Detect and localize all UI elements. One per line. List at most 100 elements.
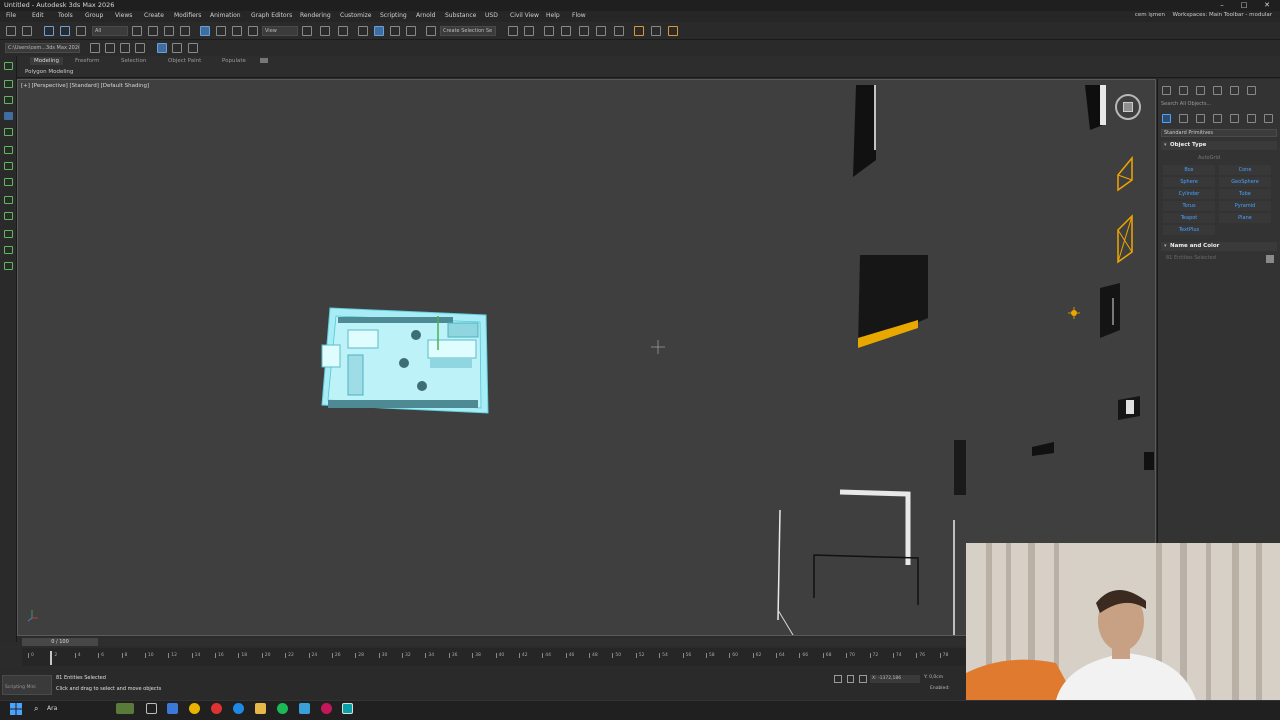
reference-coordinate-dropdown[interactable]: View xyxy=(262,26,298,36)
cone-button[interactable]: Cone xyxy=(1219,165,1271,175)
percent-snap-icon[interactable] xyxy=(390,26,400,36)
select-object-icon[interactable] xyxy=(132,26,142,36)
save-project-icon[interactable] xyxy=(120,43,130,53)
task-view-icon[interactable] xyxy=(146,703,157,714)
user-account[interactable]: cem işmen xyxy=(1135,12,1165,18)
cylinder-button[interactable]: Cylinder xyxy=(1163,189,1215,199)
pivot-center-icon[interactable] xyxy=(302,26,312,36)
shell-icon[interactable] xyxy=(4,230,13,238)
space-warps-icon[interactable] xyxy=(1246,114,1256,123)
shapes-icon[interactable] xyxy=(1178,114,1188,123)
menu-animation[interactable]: Animation xyxy=(210,12,241,19)
menu-tools[interactable]: Tools xyxy=(58,12,73,19)
undo-icon[interactable] xyxy=(6,26,16,36)
project-settings-icon[interactable] xyxy=(135,43,145,53)
open-project-icon[interactable] xyxy=(105,43,115,53)
edge-icon[interactable] xyxy=(233,703,244,714)
opera-icon[interactable] xyxy=(211,703,222,714)
x-coordinate-field[interactable]: X: -1372,186 xyxy=(870,675,920,683)
window-crossing-icon[interactable] xyxy=(180,26,190,36)
pyramid-button[interactable]: Pyramid xyxy=(1219,201,1271,211)
material-editor-icon[interactable] xyxy=(614,26,624,36)
layer-explorer-icon[interactable] xyxy=(561,26,571,36)
menu-flow[interactable]: Flow xyxy=(572,12,586,19)
geometry-icon[interactable] xyxy=(1162,114,1171,123)
menu-group[interactable]: Group xyxy=(85,12,103,19)
menu-graph-editors[interactable]: Graph Editors xyxy=(251,12,292,19)
viewcube[interactable] xyxy=(1115,94,1141,120)
align-icon[interactable] xyxy=(524,26,534,36)
absolute-mode-icon[interactable] xyxy=(859,675,867,683)
modify-tab-icon[interactable] xyxy=(1178,86,1188,95)
select-rotate-icon[interactable] xyxy=(216,26,226,36)
isolate-selection-icon[interactable] xyxy=(834,675,842,683)
snaps-toggle-icon[interactable] xyxy=(358,26,368,36)
object-type-rollout[interactable]: ▾ Object Type xyxy=(1161,141,1277,150)
placement-icon[interactable] xyxy=(248,26,258,36)
motion-icon[interactable] xyxy=(4,128,13,136)
helpers-icon[interactable] xyxy=(1229,114,1239,123)
ribbon-panel-polygon-modeling[interactable]: Polygon Modeling xyxy=(25,69,73,75)
named-selection-dropdown[interactable]: Create Selection Se xyxy=(440,26,496,36)
autogrid-checkbox[interactable]: AutoGrid xyxy=(1198,155,1220,161)
select-tool-icon[interactable] xyxy=(4,112,13,120)
render-setup-icon[interactable] xyxy=(634,26,644,36)
edit-named-selection-icon[interactable] xyxy=(426,26,436,36)
tube-button[interactable]: Tube xyxy=(1219,189,1271,199)
symmetry-icon[interactable] xyxy=(4,246,13,254)
object-name-field[interactable]: 81 Entities Selected xyxy=(1166,255,1216,261)
unlink-icon[interactable] xyxy=(60,26,70,36)
cameras-icon[interactable] xyxy=(1212,114,1222,123)
transform-toggle-icon[interactable] xyxy=(188,43,198,53)
box-button[interactable]: Box xyxy=(1163,165,1215,175)
maximize-icon[interactable]: □ xyxy=(1233,0,1255,11)
bind-space-warp-icon[interactable] xyxy=(76,26,86,36)
maxscript-listener[interactable]: Scripting Mini xyxy=(2,675,52,695)
keyboard-shortcut-icon[interactable] xyxy=(338,26,348,36)
menu-arnold[interactable]: Arnold xyxy=(416,12,435,19)
scene-explorer-icon[interactable] xyxy=(544,26,554,36)
utilities-icon[interactable] xyxy=(4,162,13,170)
y-coordinate-field[interactable]: Y: 0,0cm xyxy=(924,675,943,680)
menu-rendering[interactable]: Rendering xyxy=(300,12,331,19)
ribbon-toggle-icon[interactable] xyxy=(260,58,268,63)
angle-snap-icon[interactable] xyxy=(374,26,384,36)
hierarchy-tab-icon[interactable] xyxy=(1195,86,1205,95)
create-tab-icon[interactable] xyxy=(1162,86,1171,95)
menu-civil-view[interactable]: Civil View xyxy=(510,12,539,19)
spinner-snap-icon[interactable] xyxy=(406,26,416,36)
select-by-name-icon[interactable] xyxy=(148,26,158,36)
redo-icon[interactable] xyxy=(22,26,32,36)
torus-button[interactable]: Torus xyxy=(1163,201,1215,211)
spotify-icon[interactable] xyxy=(277,703,288,714)
command-panel-search[interactable]: Search All Objects... xyxy=(1161,101,1277,109)
teapot-button[interactable]: Teapot xyxy=(1163,213,1215,223)
project-folder-icon[interactable] xyxy=(90,43,100,53)
rendered-frame-window-icon[interactable] xyxy=(651,26,661,36)
utilities-tab-icon[interactable] xyxy=(1246,86,1256,95)
paint-deform-icon[interactable] xyxy=(4,212,13,220)
app-icon-blue[interactable] xyxy=(167,703,178,714)
minimize-icon[interactable]: – xyxy=(1211,0,1233,11)
menu-help[interactable]: Help xyxy=(546,12,560,19)
geosphere-button[interactable]: GeoSphere xyxy=(1219,177,1271,187)
object-color-swatch[interactable] xyxy=(1266,255,1274,263)
select-move-icon[interactable] xyxy=(200,26,210,36)
telegram-icon[interactable] xyxy=(299,703,310,714)
taskbar-search[interactable]: ⌕ Ara xyxy=(30,702,110,716)
textplus-button[interactable]: TextPlus xyxy=(1163,225,1215,235)
3ds-max-icon[interactable] xyxy=(342,703,353,714)
primitive-category-dropdown[interactable]: Standard Primitives xyxy=(1161,129,1277,137)
menu-edit[interactable]: Edit xyxy=(32,12,44,19)
ribbon-tab-selection[interactable]: Selection xyxy=(121,58,146,64)
time-slider-track[interactable] xyxy=(22,638,967,646)
display-icon[interactable] xyxy=(4,146,13,154)
playhead[interactable] xyxy=(50,651,52,665)
menu-customize[interactable]: Customize xyxy=(340,12,372,19)
display-tab-icon[interactable] xyxy=(1229,86,1239,95)
ribbon-tab-modeling[interactable]: Modeling xyxy=(30,57,64,65)
hierarchy-icon[interactable] xyxy=(4,96,13,104)
ribbon-tab-populate[interactable]: Populate xyxy=(222,58,246,64)
close-icon[interactable]: ✕ xyxy=(1256,0,1278,11)
lock-selection-icon[interactable] xyxy=(847,675,854,683)
